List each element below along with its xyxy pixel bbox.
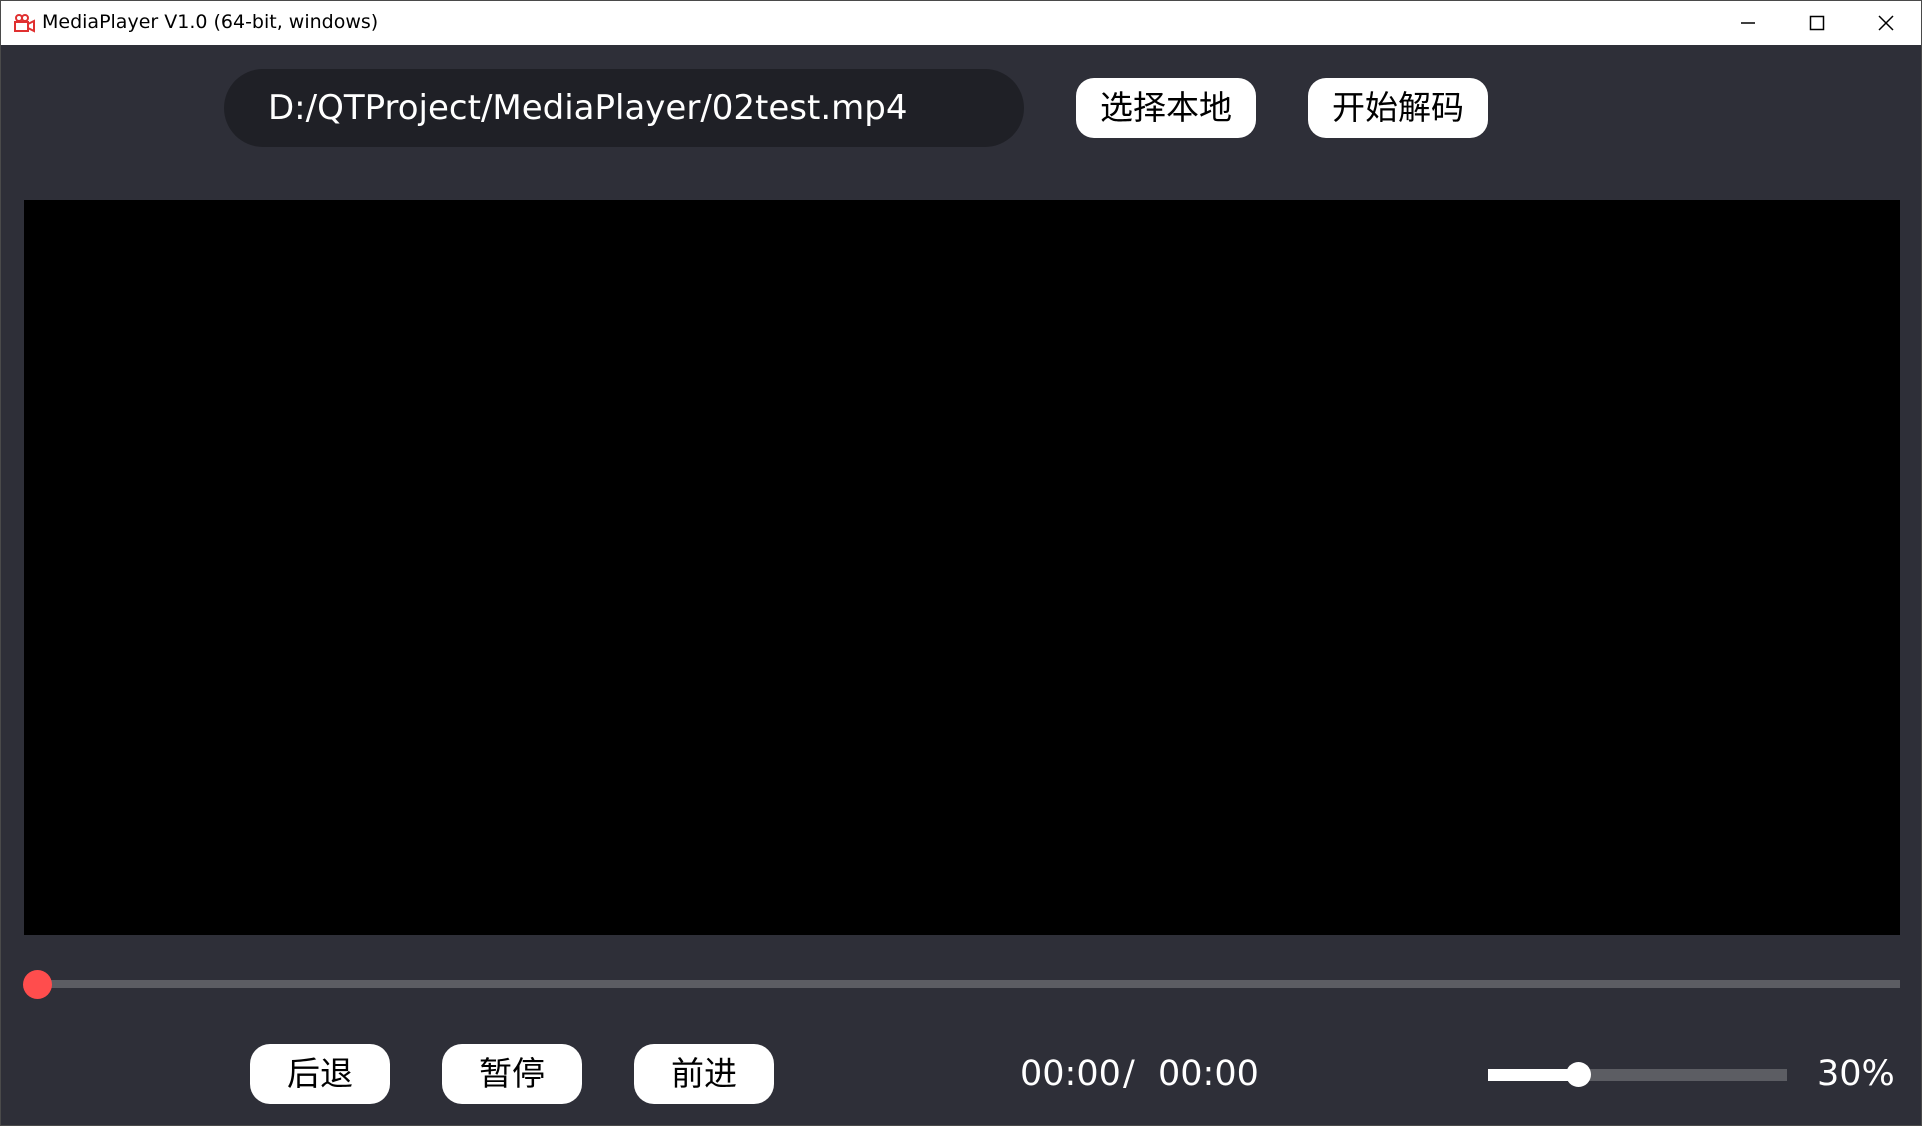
progress-slider-track[interactable] (38, 980, 1900, 988)
minimize-icon (1741, 22, 1755, 24)
file-path-text: D:/QTProject/MediaPlayer/02test.mp4 (268, 88, 908, 128)
window-title: MediaPlayer V1.0 (64-bit, windows) (42, 11, 379, 33)
volume-slider-track[interactable] (1488, 1069, 1787, 1081)
close-icon (1878, 15, 1894, 31)
forward-button[interactable]: 前进 (634, 1044, 774, 1104)
rewind-button[interactable]: 后退 (250, 1044, 390, 1104)
progress-slider-handle[interactable] (23, 970, 52, 999)
choose-local-button[interactable]: 选择本地 (1076, 78, 1256, 138)
maximize-button[interactable] (1782, 1, 1852, 45)
pause-button[interactable]: 暂停 (442, 1044, 582, 1104)
volume-slider-handle[interactable] (1565, 1062, 1591, 1087)
close-button[interactable] (1851, 1, 1921, 45)
minimize-button[interactable] (1713, 1, 1783, 45)
file-path-field[interactable]: D:/QTProject/MediaPlayer/02test.mp4 (224, 69, 1024, 147)
video-display (24, 200, 1900, 935)
volume-slider-fill (1488, 1069, 1578, 1081)
media-player-app-icon (14, 14, 35, 33)
time-separator: / (1123, 1054, 1135, 1094)
total-time: 00:00 (1158, 1054, 1259, 1094)
start-decode-button[interactable]: 开始解码 (1308, 78, 1488, 138)
maximize-icon (1809, 15, 1825, 31)
media-player-window: MediaPlayer V1.0 (64-bit, windows) D:/QT… (0, 0, 1922, 1126)
volume-percent-label: 30% (1817, 1054, 1895, 1094)
title-bar: MediaPlayer V1.0 (64-bit, windows) (1, 1, 1921, 45)
current-time: 00:00 (1020, 1054, 1121, 1094)
